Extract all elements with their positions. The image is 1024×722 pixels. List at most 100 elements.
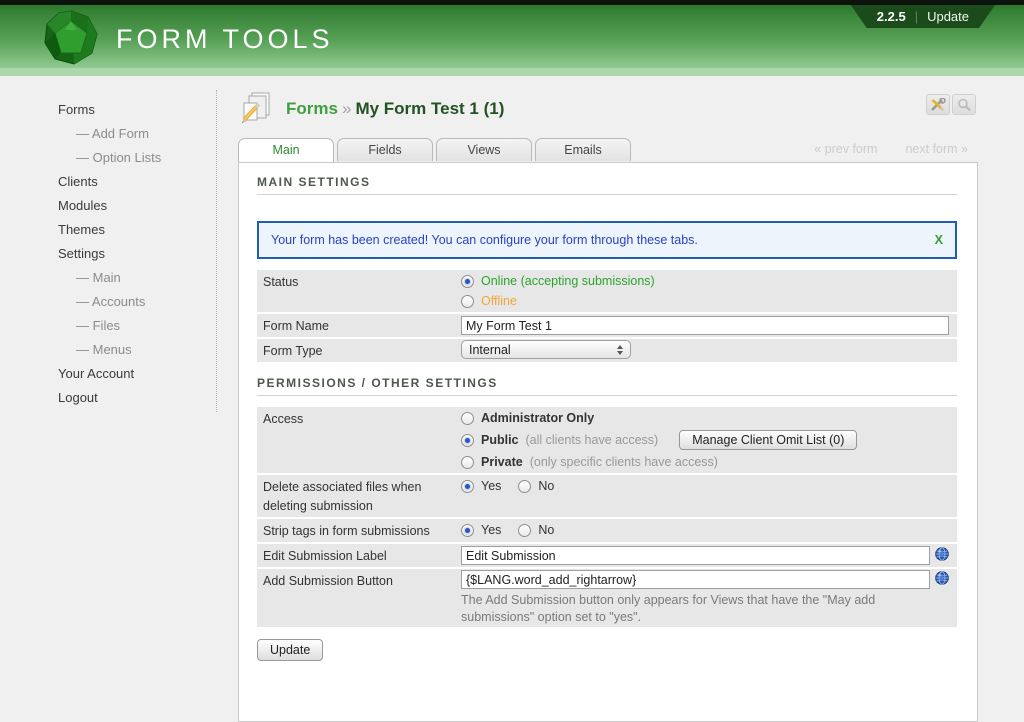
sidebar-item-modules[interactable]: Modules [0,194,217,218]
breadcrumb: Forms»My Form Test 1 (1) [286,99,504,119]
version-badge: 2.2.5 | Update [851,5,995,28]
form-pager: « prev form next form » [814,142,968,156]
sidebar-menu: Forms — Add Form — Option Lists Clients … [0,98,217,410]
access-public-radio[interactable] [461,434,474,447]
form-name-row: Form Name [257,314,957,339]
manage-client-omit-list-button[interactable]: Manage Client Omit List (0) [679,430,857,450]
breadcrumb-forms-link[interactable]: Forms [286,99,338,118]
sidebar: Forms — Add Form — Option Lists Clients … [0,84,217,410]
edit-submission-label-row: Edit Submission Label [257,544,957,569]
access-admin-radio[interactable] [461,412,474,425]
delete-files-no-radio[interactable] [518,480,531,493]
main-settings-heading: MAIN SETTINGS [257,175,957,190]
version-separator: | [915,9,918,24]
strip-tags-yes-radio[interactable] [461,524,474,537]
permissions-heading: PERMISSIONS / OTHER SETTINGS [257,376,957,391]
form-name-input[interactable] [461,316,949,335]
close-icon[interactable]: X [935,233,943,247]
status-online-label: Online (accepting submissions) [481,274,655,288]
status-label: Status [263,271,461,311]
brand-logo: FORM TOOLS [42,10,334,69]
add-submission-button-input[interactable] [461,570,930,589]
access-admin-label: Administrator Only [481,411,594,425]
sidebar-item-settings-menus[interactable]: — Menus [0,338,217,362]
sidebar-item-option-lists[interactable]: — Option Lists [0,146,217,170]
notice-message: Your form has been created! You can conf… [271,233,698,247]
heading-rule-2 [257,395,957,396]
strip-tags-no-radio[interactable] [518,524,531,537]
add-submission-button-label: Add Submission Button [263,570,461,626]
sidebar-item-settings-main[interactable]: — Main [0,266,217,290]
edit-submission-label-label: Edit Submission Label [263,545,461,566]
delete-files-label: Delete associated files when deleting su… [263,476,461,516]
form-edit-icon [238,90,274,129]
update-button[interactable]: Update [257,639,323,661]
tab-bar: Main Fields Views Emails « prev form nex… [238,138,978,162]
status-row: Status Online (accepting submissions) Of… [257,270,957,314]
sidebar-item-forms[interactable]: Forms [0,98,217,122]
delete-files-row: Delete associated files when deleting su… [257,475,957,519]
sidebar-item-your-account[interactable]: Your Account [0,362,217,386]
sidebar-item-clients[interactable]: Clients [0,170,217,194]
select-stepper-icon [617,345,623,355]
tab-fields[interactable]: Fields [337,138,433,161]
breadcrumb-separator: » [338,99,355,118]
sidebar-item-logout[interactable]: Logout [0,386,217,410]
access-private-note: (only specific clients have access) [530,455,718,469]
delete-files-no-label: No [538,479,554,493]
sidebar-item-settings[interactable]: Settings [0,242,217,266]
access-public-label: Public [481,433,519,447]
tab-main[interactable]: Main [238,138,334,162]
success-notice: Your form has been created! You can conf… [257,221,957,259]
delete-files-yes-label: Yes [481,479,501,493]
page-title-row: Forms»My Form Test 1 (1) [238,84,978,138]
page-title: My Form Test 1 (1) [355,99,504,118]
status-online-radio[interactable] [461,275,474,288]
form-type-select[interactable]: Internal [461,340,631,359]
update-version-link[interactable]: Update [927,9,969,24]
prev-form-link[interactable]: « prev form [814,142,877,156]
tab-emails[interactable]: Emails [535,138,631,161]
edit-submission-label-input[interactable] [461,546,930,565]
strip-tags-no-label: No [538,523,554,537]
search-button[interactable] [952,94,976,115]
brand-name: FORM TOOLS [116,24,334,55]
globe-icon[interactable] [935,571,949,588]
strip-tags-row: Strip tags in form submissions Yes No [257,519,957,544]
top-strip [0,0,1024,5]
heading-rule [257,194,957,195]
tab-views[interactable]: Views [436,138,532,161]
strip-tags-yes-label: Yes [481,523,501,537]
status-offline-label: Offline [481,294,517,308]
next-form-link[interactable]: next form » [905,142,968,156]
form-name-label: Form Name [263,315,461,336]
form-type-selected-value: Internal [469,343,511,357]
sidebar-item-themes[interactable]: Themes [0,218,217,242]
sidebar-item-settings-accounts[interactable]: — Accounts [0,290,217,314]
main-settings-table: Status Online (accepting submissions) Of… [257,270,957,362]
sidebar-item-add-form[interactable]: — Add Form [0,122,217,146]
status-offline-radio[interactable] [461,295,474,308]
version-number: 2.2.5 [877,9,906,24]
main-content: Forms»My Form Test 1 (1) Main F [238,84,978,722]
delete-files-yes-radio[interactable] [461,480,474,493]
form-type-row: Form Type Internal [257,339,957,362]
tab-content-panel: MAIN SETTINGS Your form has been created… [238,162,978,722]
access-label: Access [263,408,461,472]
sidebar-item-settings-files[interactable]: — Files [0,314,217,338]
form-type-label: Form Type [263,340,461,361]
strip-tags-label: Strip tags in form submissions [263,520,461,541]
gem-logo-icon [42,10,100,69]
globe-icon[interactable] [935,547,949,564]
title-icon-buttons [926,94,976,115]
sidebar-divider [216,90,217,412]
access-row: Access Administrator Only Public (all cl… [257,407,957,475]
header-band [0,68,1024,76]
add-submission-button-row: Add Submission Button [257,569,957,627]
access-private-radio[interactable] [461,456,474,469]
edit-tools-button[interactable] [926,94,950,115]
access-private-label: Private [481,455,523,469]
add-submission-help-text: The Add Submission button only appears f… [461,592,949,626]
access-public-note: (all clients have access) [526,433,659,447]
permissions-table: Access Administrator Only Public (all cl… [257,407,957,627]
